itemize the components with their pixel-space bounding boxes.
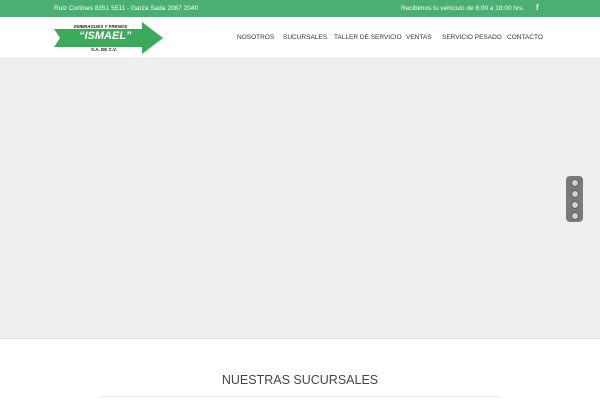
logo-company-suffix: S.A. DE C.V. <box>91 47 117 52</box>
main-nav: NOSOTROS SUCURSALES TALLER DE SERVICIO V… <box>0 34 600 44</box>
section-divider <box>100 396 500 397</box>
top-bar: Ruiz Cortines 8351 5511 - Garza Sada 208… <box>0 0 600 17</box>
logo-tagline: EMBRAGUES Y FRENOS <box>74 24 128 29</box>
hero-slider <box>0 59 600 339</box>
nav-item-servicio-pesado[interactable]: SERVICIO PESADO <box>442 34 502 41</box>
business-hours: Recibimos tu vehículo de 8:00 a 18:00 hr… <box>401 5 525 12</box>
facebook-icon[interactable]: f <box>536 3 544 13</box>
contact-phones: Ruiz Cortines 8351 5511 - Garza Sada 208… <box>54 5 199 12</box>
site-header: EMBRAGUES Y FRENOS “ISMAEL” S.A. DE C.V.… <box>0 17 600 59</box>
nav-item-taller-de-servicio[interactable]: TALLER DE SERVICIO <box>334 34 402 41</box>
nav-item-sucursales[interactable]: SUCURSALES <box>283 34 327 41</box>
slider-dot-1[interactable] <box>570 179 579 187</box>
section-title: NUESTRAS SUCURSALES <box>221 373 379 387</box>
nav-item-nosotros[interactable]: NOSOTROS <box>237 34 274 41</box>
slider-dots-nav <box>566 176 583 222</box>
slider-dot-3[interactable] <box>570 201 579 209</box>
nav-item-ventas[interactable]: VENTAS <box>406 34 432 41</box>
slider-dot-2[interactable] <box>570 190 579 198</box>
slider-dot-4[interactable] <box>570 212 579 220</box>
nav-item-contacto[interactable]: CONTACTO <box>507 34 543 41</box>
